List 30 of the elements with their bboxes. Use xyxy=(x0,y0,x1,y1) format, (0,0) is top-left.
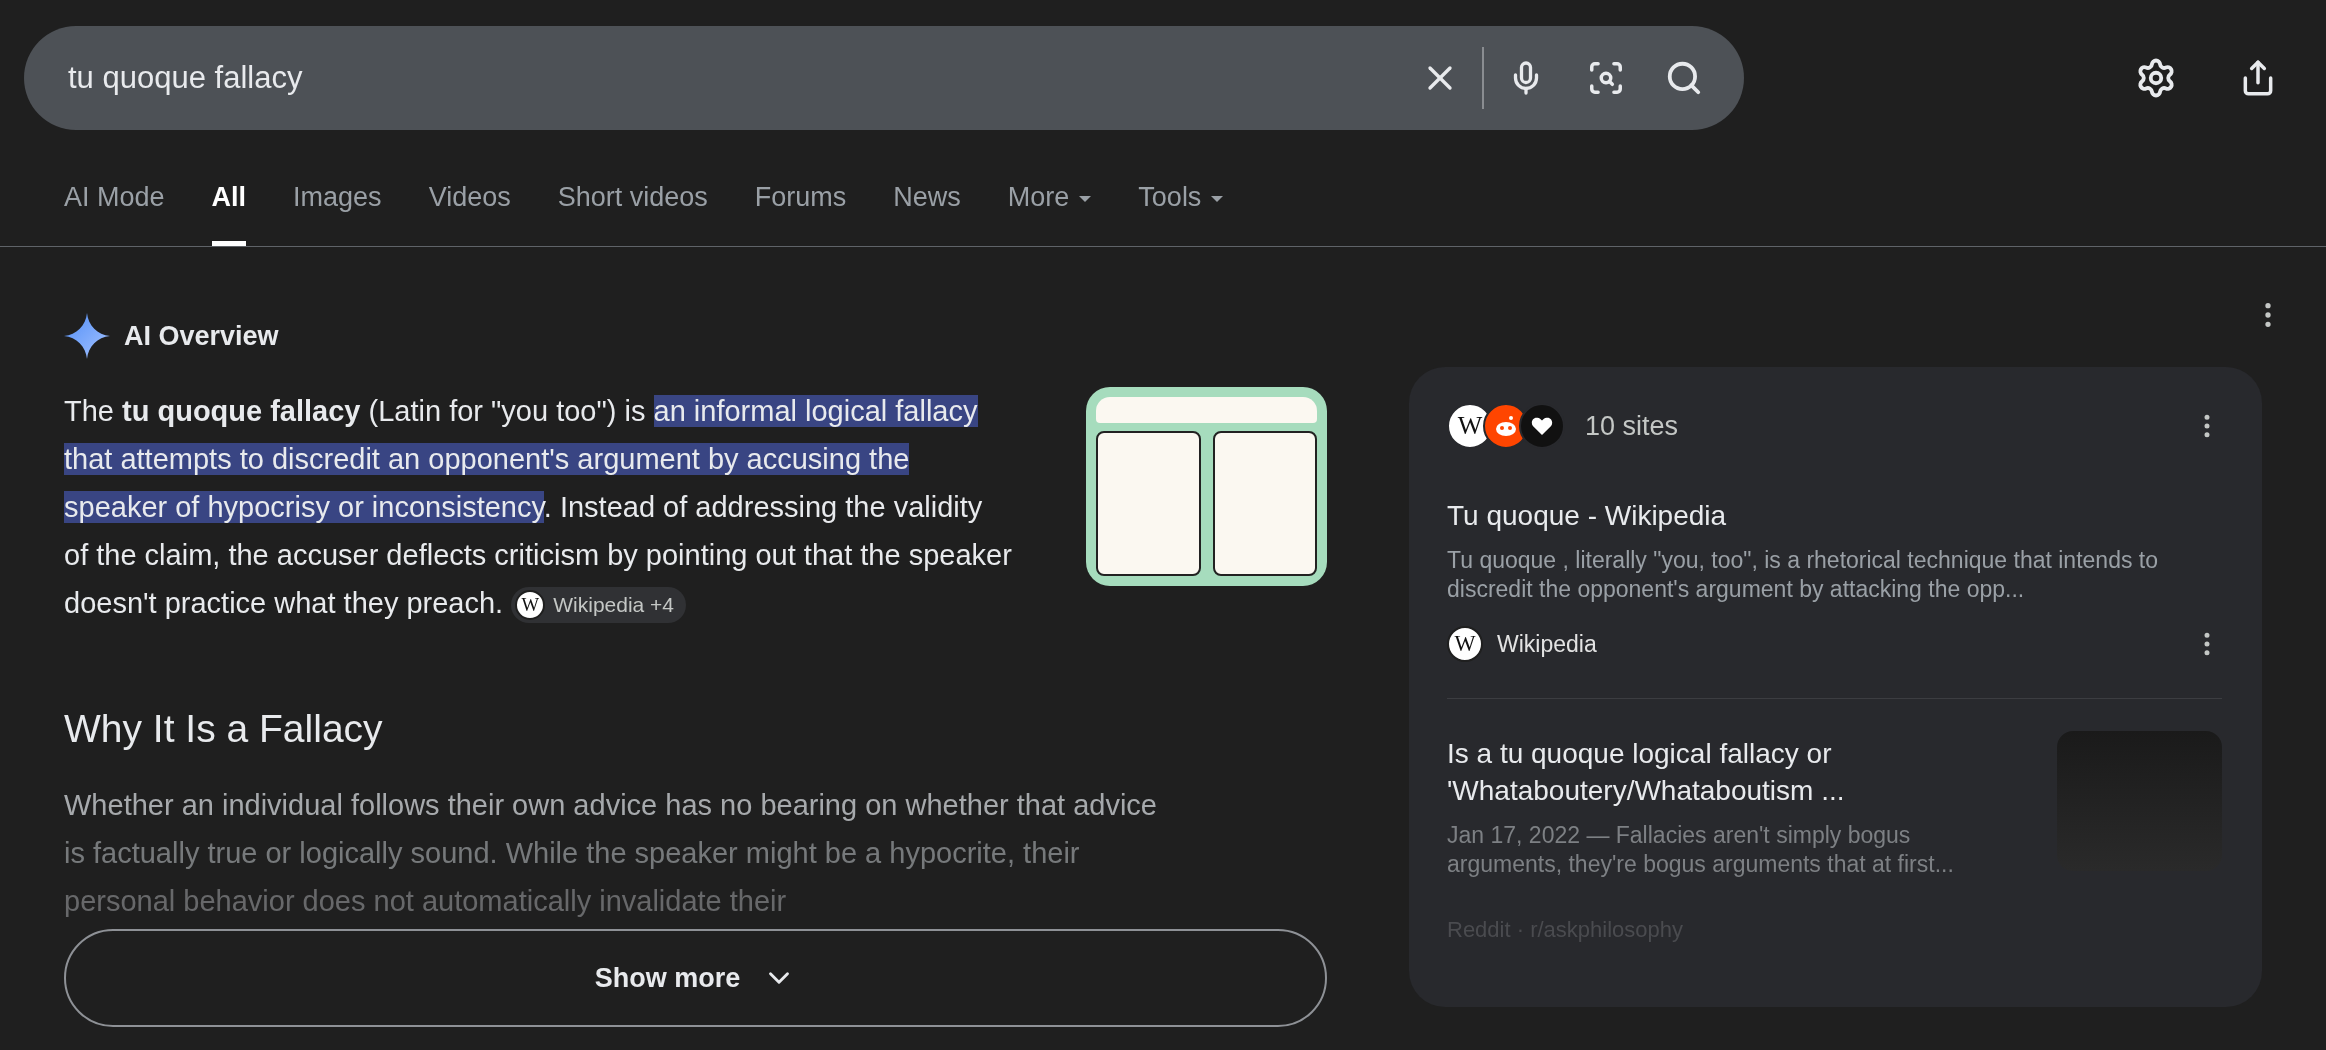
citation-link[interactable]: W Wikipedia +4 xyxy=(511,587,687,624)
result-snippet: Tu quoque , literally "you, too", is a rhetorical technique that intends to discredit the opponent's argument by attacking the opp... xyxy=(1447,546,2159,604)
section-heading: Why It Is a Fallacy xyxy=(64,707,384,751)
paragraph-line: personal behavior does not automatically invalidate their xyxy=(64,884,788,919)
sites-count[interactable]: 10 sites xyxy=(1585,410,1679,442)
show-more-button[interactable]: Show more xyxy=(64,929,1327,1027)
search-tab[interactable]: More xyxy=(1007,182,1092,246)
result-title-link[interactable]: Is a tu quoque logical fallacy or 'Whataboutery/Whataboutism ... xyxy=(1447,735,2027,809)
search-tab[interactable]: Tools xyxy=(1138,182,1224,246)
search-tab[interactable]: News xyxy=(893,182,961,246)
site-logo-icon: W xyxy=(515,590,546,621)
search-tab[interactable]: Videos xyxy=(428,182,511,246)
search-tab[interactable]: Short videos xyxy=(557,182,708,246)
sparkle-icon xyxy=(64,313,110,359)
search-tab[interactable]: All xyxy=(211,182,247,246)
overview-title: AI Overview xyxy=(124,320,279,352)
caret-icon xyxy=(1079,195,1092,202)
search-input[interactable]: tu quoque fallacy xyxy=(66,59,1412,97)
caret-icon xyxy=(1211,195,1224,202)
search-tab[interactable]: Forums xyxy=(754,182,847,246)
result-snippet: Jan 17, 2022 — Fallacies aren't simply bogus arguments, they're bogus arguments that at first... xyxy=(1447,821,1955,879)
search-tab[interactable]: AI Mode xyxy=(64,182,165,246)
search-tab[interactable]: Images xyxy=(293,182,382,246)
search-field[interactable]: tu quoque fallacy xyxy=(24,26,1744,130)
paragraph-line: is factually true or logically sound. While the speaker might be a hypocrite, their xyxy=(64,836,1081,871)
infographic-thumbnail[interactable] xyxy=(1086,387,1327,586)
source-name: Wikipedia xyxy=(1497,630,1598,658)
paragraph-line: Whether an individual follows their own advice has no bearing on whether that advice xyxy=(64,788,1158,823)
site-logo-icon: W xyxy=(1447,626,1483,662)
result-title-link[interactable]: Tu quoque - Wikipedia xyxy=(1447,497,2222,534)
